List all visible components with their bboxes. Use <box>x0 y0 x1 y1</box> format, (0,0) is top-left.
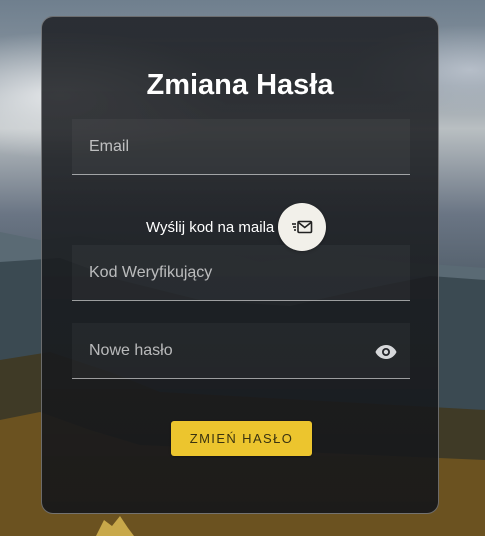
send-code-button[interactable] <box>278 203 327 251</box>
email-placeholder: Email <box>89 138 130 155</box>
verification-code-placeholder: Kod Weryfikujący <box>89 264 213 281</box>
change-password-button[interactable]: ZMIEŃ HASŁO <box>171 421 312 456</box>
password-change-card: Zmiana Hasła Email Wyślij kod na maila K… <box>41 16 439 514</box>
send-email-icon <box>292 220 313 234</box>
email-field[interactable]: Email <box>72 119 410 175</box>
new-password-field[interactable]: Nowe hasło <box>72 323 410 379</box>
eye-icon[interactable] <box>374 340 398 364</box>
new-password-placeholder: Nowe hasło <box>89 342 173 359</box>
page-title: Zmiana Hasła <box>146 69 334 101</box>
send-code-label: Wyślij kod na maila <box>146 218 275 236</box>
send-code-row: Wyślij kod na maila <box>146 203 327 251</box>
verification-code-field[interactable]: Kod Weryfikujący <box>72 245 410 301</box>
